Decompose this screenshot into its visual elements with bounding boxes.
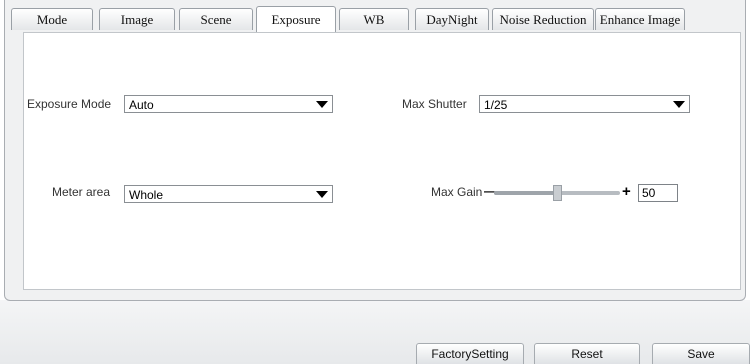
gain-increase-icon[interactable]: +	[622, 184, 631, 200]
tab-scene[interactable]: Scene	[179, 8, 253, 30]
gain-slider-thumb[interactable]	[553, 185, 562, 201]
tab-wb[interactable]: WB	[339, 8, 409, 30]
tab-daynight[interactable]: DayNight	[415, 8, 489, 30]
max-shutter-select[interactable]: 1/25	[479, 95, 690, 113]
exposure-mode-select[interactable]: Auto	[124, 95, 333, 113]
meter-area-select[interactable]: Whole	[124, 185, 333, 203]
factory-setting-button[interactable]: FactorySetting	[416, 343, 524, 364]
reset-button[interactable]: Reset	[534, 343, 640, 364]
save-button[interactable]: Save	[652, 343, 750, 364]
dropdown-arrow-icon	[673, 101, 685, 108]
tab-mode[interactable]: Mode	[11, 8, 93, 30]
tab-exposure[interactable]: Exposure	[256, 6, 336, 32]
dropdown-arrow-icon	[316, 191, 328, 198]
meter-area-label: Meter area	[52, 185, 111, 199]
gain-slider-fill	[494, 191, 557, 195]
max-shutter-value: 1/25	[484, 98, 508, 112]
exposure-mode-label: Exposure Mode	[27, 97, 112, 111]
exposure-content	[23, 32, 741, 290]
tab-image[interactable]: Image	[99, 8, 175, 30]
meter-area-value: Whole	[129, 188, 164, 202]
tab-noise-reduction[interactable]: Noise Reduction	[492, 8, 594, 30]
max-shutter-label: Max Shutter	[402, 97, 467, 111]
max-gain-input[interactable]	[638, 184, 678, 202]
dropdown-arrow-icon	[316, 101, 328, 108]
max-gain-label: Max Gain	[431, 185, 483, 199]
tab-enhance-image[interactable]: Enhance Image	[595, 8, 685, 30]
exposure-mode-value: Auto	[129, 98, 154, 112]
gain-slider[interactable]	[494, 185, 620, 201]
settings-panel: Mode Image Scene Exposure WB DayNight No…	[4, 0, 746, 301]
